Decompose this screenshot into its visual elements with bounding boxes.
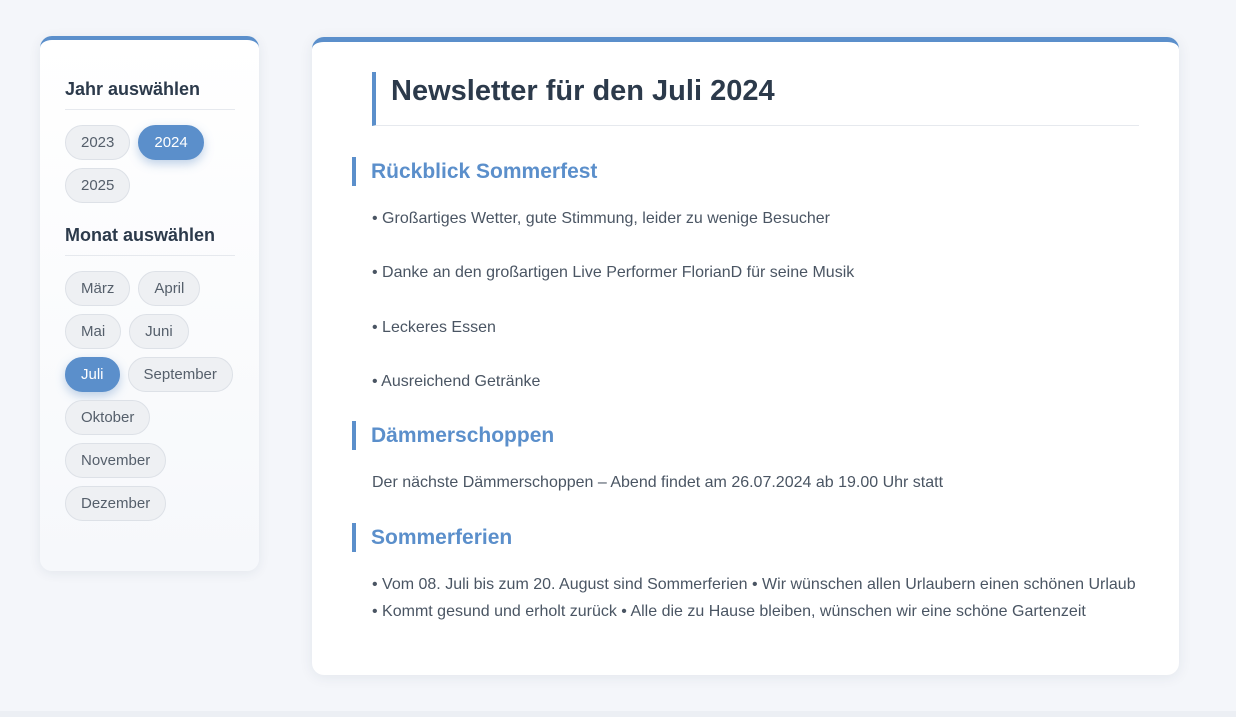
sommerfest-line-2: • Danke an den großartigen Live Performe… [372,264,855,281]
month-chip-list: März April Mai Juni Juli September Oktob… [65,271,235,521]
year-chip-2023[interactable]: 2023 [65,125,131,160]
month-heading: Monat auswählen [65,225,235,256]
archive-sidebar: Jahr auswählen 2023 2024 2025 Monat ausw… [40,36,259,571]
daemmerschoppen-line-1: Der nächste Dämmerschoppen – Abend finde… [372,474,944,491]
page-bottom-strip [0,711,1236,717]
month-chip-november[interactable]: November [65,443,167,478]
sommerfest-line-1: • Großartiges Wetter, gute Stimmung, lei… [372,210,830,227]
year-chip-list: 2023 2024 2025 [65,125,235,203]
newsletter-card: Newsletter für den Juli 2024 Rückblick S… [312,37,1179,675]
section-title-sommerfest: Rückblick Sommerfest [352,157,597,186]
month-chip-april[interactable]: April [138,271,201,306]
year-heading: Jahr auswählen [65,79,235,110]
year-chip-2025[interactable]: 2025 [65,168,131,203]
newsletter-title-block: Newsletter für den Juli 2024 [372,72,1139,126]
month-chip-juni[interactable]: Juni [129,314,189,349]
month-chip-dezember[interactable]: Dezember [65,486,167,521]
month-chip-maerz[interactable]: März [65,271,131,306]
month-chip-mai[interactable]: Mai [65,314,122,349]
sommerfest-line-4: • Ausreichend Getränke [372,373,541,390]
year-chip-2024[interactable]: 2024 [138,125,204,160]
section-title-sommerferien: Sommerferien [352,523,512,552]
sommerferien-line-2: • Kommt gesund und erholt zurück • Alle … [372,603,1086,620]
sommerfest-line-3: • Leckeres Essen [372,319,496,336]
section-title-daemmerschoppen: Dämmerschoppen [352,421,554,450]
newsletter-title: Newsletter für den Juli 2024 [391,75,775,107]
month-chip-september[interactable]: September [127,357,233,392]
month-chip-oktober[interactable]: Oktober [65,400,151,435]
month-chip-juli[interactable]: Juli [65,357,120,392]
sommerferien-line-1: • Vom 08. Juli bis zum 20. August sind S… [372,576,1136,593]
